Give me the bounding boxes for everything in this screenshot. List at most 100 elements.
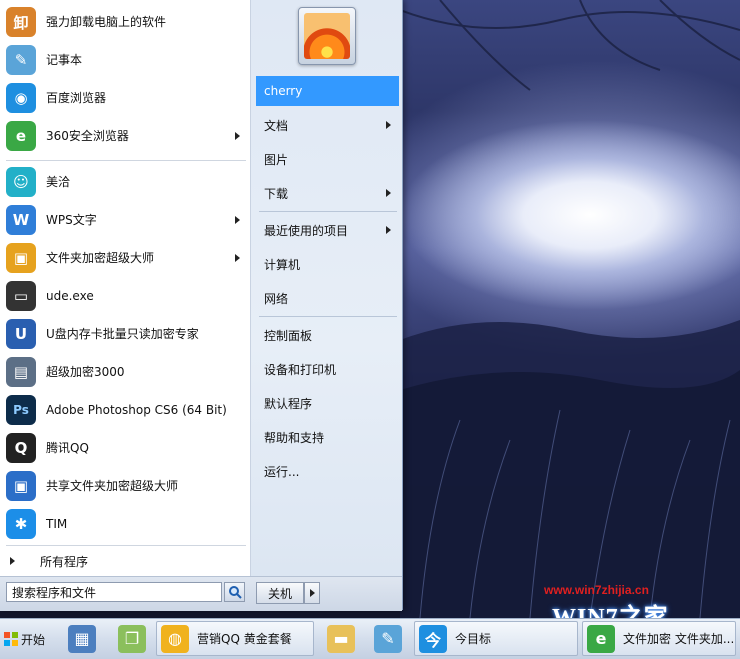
- calculator-icon: ▦: [68, 624, 96, 653]
- qq-penguin-icon: Q: [6, 433, 36, 463]
- program-item[interactable]: W WPS文字: [6, 201, 246, 239]
- program-item-label: 记事本: [46, 52, 83, 67]
- triangle-right-icon: [309, 589, 315, 597]
- start-label: 开始: [21, 632, 46, 647]
- program-item[interactable]: ☺ 美洽: [6, 163, 246, 201]
- places-item[interactable]: 计算机: [256, 249, 399, 279]
- program-item[interactable]: ▭ ude.exe: [6, 277, 246, 315]
- notepad-icon: ✎: [374, 624, 402, 653]
- program-item[interactable]: ✱ TIM: [6, 505, 246, 543]
- places-item[interactable]: 控制面板: [256, 320, 399, 350]
- places-item[interactable]: 图片: [256, 144, 399, 174]
- uninstall-icon: 卸: [6, 7, 36, 37]
- windows-logo-icon: [4, 632, 18, 646]
- marketing-qq-icon: ◍: [161, 624, 189, 653]
- start-menu-bottom-bar: 搜索程序和文件 关机: [0, 576, 402, 611]
- submenu-arrow-icon: [386, 226, 391, 234]
- places-item-label: 计算机: [264, 257, 301, 272]
- program-item[interactable]: ▣ 文件夹加密超级大师: [6, 239, 246, 277]
- places-item[interactable]: 文档: [256, 110, 399, 140]
- taskbar-button[interactable]: e 文件加密 文件夹加...: [582, 621, 736, 656]
- program-item-label: 强力卸载电脑上的软件: [46, 14, 167, 29]
- places-item[interactable]: 设备和打印机: [256, 354, 399, 384]
- program-item-label: U盘内存卡批量只读加密专家: [46, 326, 199, 341]
- all-programs-label: 所有程序: [40, 554, 89, 569]
- taskbar-button[interactable]: ❐: [108, 621, 156, 656]
- program-item[interactable]: ✎ 记事本: [6, 41, 246, 79]
- search-button[interactable]: [224, 582, 245, 602]
- program-item[interactable]: Q 腾讯QQ: [6, 429, 246, 467]
- divider: [6, 160, 246, 161]
- user-avatar[interactable]: [298, 7, 356, 65]
- taskbar-button[interactable]: ▦: [56, 621, 108, 656]
- 360-browser-icon: e: [6, 121, 36, 151]
- places-item-label: 帮助和支持: [264, 430, 325, 445]
- program-item[interactable]: ◉ 百度浏览器: [6, 79, 246, 117]
- program-item-label: TIM: [46, 516, 68, 531]
- places-item[interactable]: 帮助和支持: [256, 422, 399, 452]
- places-item[interactable]: cherry: [256, 76, 399, 106]
- taskbar-button[interactable]: 今今目标: [414, 621, 578, 656]
- taskbar-button-label: 文件加密 文件夹加...: [623, 632, 735, 646]
- explorer-folder-icon: ▬: [327, 624, 355, 653]
- taskbar-button[interactable]: ✎: [364, 621, 412, 656]
- divider: [6, 545, 246, 546]
- 360-browser-icon: e: [587, 624, 615, 653]
- search-input[interactable]: 搜索程序和文件: [6, 582, 222, 602]
- taskbar-button[interactable]: ◍ 营销QQ 黄金套餐: [156, 621, 314, 656]
- places-item[interactable]: 运行...: [256, 456, 399, 486]
- taskbar: 开始 ▦ ❐ ◍ 营销QQ 黄金套餐 ▬ ✎ 今今目标 e 文件加密 文件夹加...: [0, 618, 740, 659]
- places-item-label: cherry: [264, 84, 303, 98]
- start-button[interactable]: 开始: [0, 619, 48, 659]
- shutdown-options-button[interactable]: [304, 582, 320, 604]
- window-switch-icon: ❐: [118, 624, 146, 653]
- jinmubiao-icon: 今: [419, 624, 447, 653]
- program-item[interactable]: ▣ 共享文件夹加密超级大师: [6, 467, 246, 505]
- program-item-label: 超级加密3000: [46, 364, 125, 379]
- places-item[interactable]: 下载: [256, 178, 399, 208]
- places-item[interactable]: 网络: [256, 283, 399, 313]
- program-item[interactable]: U U盘内存卡批量只读加密专家: [6, 315, 246, 353]
- share-encrypt-icon: ▣: [6, 471, 36, 501]
- program-item-label: 文件夹加密超级大师: [46, 250, 155, 265]
- places-item-label: 默认程序: [264, 396, 313, 411]
- places-item-label: 文档: [264, 118, 289, 133]
- submenu-arrow-icon: [386, 121, 391, 129]
- wps-writer-icon: W: [6, 205, 36, 235]
- watermark-url: www.win7zhijia.cn: [544, 583, 649, 597]
- all-programs-button[interactable]: 所有程序: [6, 549, 246, 573]
- notepad-icon: ✎: [6, 45, 36, 75]
- taskbar-button-label: 今目标: [455, 632, 492, 646]
- program-item-label: ude.exe: [46, 288, 94, 303]
- program-item[interactable]: e 360安全浏览器: [6, 117, 246, 155]
- flower-icon: [304, 13, 350, 59]
- taskbar-button[interactable]: ▬: [318, 621, 364, 656]
- meiqia-icon: ☺: [6, 167, 36, 197]
- program-item-label: 共享文件夹加密超级大师: [46, 478, 179, 493]
- places-item-label: 下载: [264, 186, 289, 201]
- taskbar-button-label: 营销QQ 黄金套餐: [197, 632, 292, 646]
- submenu-arrow-icon: [386, 189, 391, 197]
- places-item-label: 图片: [264, 152, 289, 167]
- start-menu: 所有程序 搜索程序和文件 关机 卸强力卸载电脑上的软件 ✎ 记事本 ◉ 百度浏览器 e 36…: [0, 0, 403, 611]
- wallpaper-grass: [400, 320, 740, 618]
- divider: [259, 316, 397, 317]
- program-item-label: 百度浏览器: [46, 90, 107, 105]
- program-item[interactable]: ▤ 超级加密3000: [6, 353, 246, 391]
- folder-encrypt-icon: ▣: [6, 243, 36, 273]
- program-item[interactable]: 卸强力卸载电脑上的软件: [6, 3, 246, 41]
- baidu-browser-icon: ◉: [6, 83, 36, 113]
- submenu-arrow-icon: [235, 216, 240, 224]
- shutdown-button[interactable]: 关机: [256, 582, 304, 604]
- places-item-label: 运行...: [264, 464, 300, 479]
- places-item[interactable]: 最近使用的项目: [256, 215, 399, 245]
- program-item-label: Adobe Photoshop CS6 (64 Bit): [46, 402, 227, 417]
- program-item[interactable]: Ps Adobe Photoshop CS6 (64 Bit): [6, 391, 246, 429]
- triangle-right-icon: [10, 557, 15, 565]
- submenu-arrow-icon: [235, 254, 240, 262]
- program-item-label: 腾讯QQ: [46, 440, 89, 455]
- program-item-label: 美洽: [46, 174, 71, 189]
- photoshop-icon: Ps: [6, 395, 36, 425]
- divider: [259, 211, 397, 212]
- places-item[interactable]: 默认程序: [256, 388, 399, 418]
